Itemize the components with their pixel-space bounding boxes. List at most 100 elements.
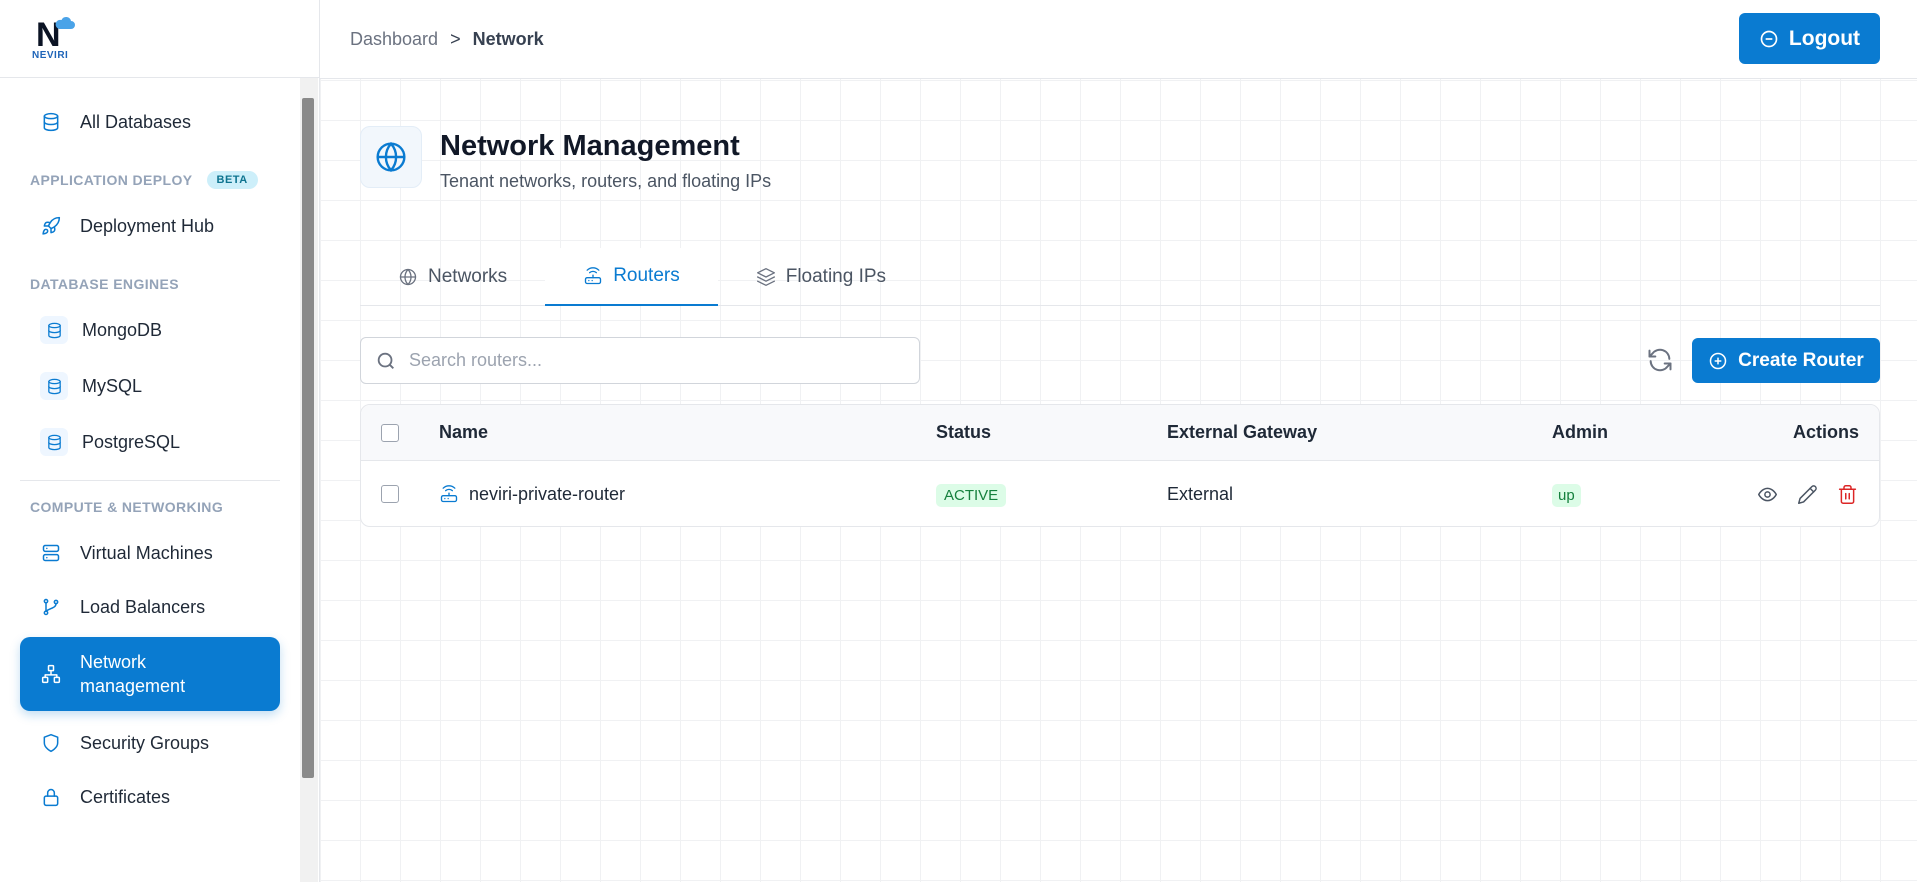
sidebar-item-security-groups[interactable]: Security Groups bbox=[20, 719, 280, 767]
database-icon bbox=[40, 111, 62, 133]
sidebar: N NEVIRI All Databases APPLICATION DEPLO… bbox=[0, 0, 320, 882]
create-router-label: Create Router bbox=[1738, 349, 1864, 371]
sidebar-item-mysql[interactable]: MySQL bbox=[20, 362, 280, 410]
search-box bbox=[360, 337, 920, 384]
globe-icon bbox=[399, 268, 417, 286]
sidebar-item-label: MySQL bbox=[82, 375, 143, 396]
sidebar-item-label: Certificates bbox=[80, 786, 171, 807]
sidebar-item-load-balancers[interactable]: Load Balancers bbox=[20, 583, 280, 631]
sidebar-divider bbox=[20, 480, 280, 481]
router-name-cell: neviri-private-router bbox=[439, 484, 625, 505]
delete-button[interactable] bbox=[1835, 482, 1859, 506]
refresh-icon bbox=[1648, 348, 1672, 372]
section-label-database-engines: DATABASE ENGINES bbox=[20, 272, 280, 296]
cloud-icon bbox=[55, 16, 75, 29]
column-header-external-gateway[interactable]: External Gateway bbox=[1167, 422, 1317, 443]
breadcrumb-current: Network bbox=[472, 28, 544, 49]
brand-logo[interactable]: N NEVIRI bbox=[32, 16, 78, 62]
tab-networks[interactable]: Networks bbox=[360, 248, 545, 306]
section-label-application-deploy: APPLICATION DEPLOY BETA bbox=[20, 168, 280, 192]
minus-circle-icon bbox=[1760, 30, 1778, 47]
sidebar-item-network-management[interactable]: Network management bbox=[20, 637, 280, 711]
view-button[interactable] bbox=[1755, 482, 1779, 506]
sidebar-item-virtual-machines[interactable]: Virtual Machines bbox=[20, 529, 280, 577]
logout-button[interactable]: Logout bbox=[1739, 13, 1880, 64]
shield-icon bbox=[40, 732, 62, 754]
trash-icon bbox=[1838, 484, 1856, 504]
sidebar-scrollbar-thumb[interactable] bbox=[302, 98, 314, 778]
tab-floating-ips[interactable]: Floating IPs bbox=[718, 248, 924, 306]
breadcrumb: Dashboard > Network bbox=[350, 29, 544, 50]
page-icon-box bbox=[360, 126, 422, 188]
search-input[interactable] bbox=[409, 350, 889, 371]
sidebar-item-label: All Databases bbox=[80, 111, 192, 132]
sidebar-item-certificates[interactable]: Certificates bbox=[20, 773, 280, 821]
layers-icon bbox=[756, 268, 775, 286]
database-icon bbox=[40, 428, 68, 456]
sidebar-item-postgresql[interactable]: PostgreSQL bbox=[20, 418, 280, 466]
sidebar-item-deployment-hub[interactable]: Deployment Hub bbox=[20, 202, 280, 250]
logout-label: Logout bbox=[1788, 26, 1861, 50]
table-header: Name Status External Gateway Admin Actio… bbox=[361, 405, 1879, 461]
sidebar-item-label: Security Groups bbox=[80, 732, 210, 753]
section-label-text: APPLICATION DEPLOY bbox=[30, 172, 193, 188]
section-label-text: DATABASE ENGINES bbox=[30, 276, 180, 292]
lock-icon bbox=[40, 786, 62, 808]
tab-routers[interactable]: Routers bbox=[545, 248, 718, 306]
section-label-compute-networking: COMPUTE & NETWORKING bbox=[20, 495, 280, 519]
sidebar-item-label: Deployment Hub bbox=[80, 215, 215, 236]
select-all-checkbox[interactable] bbox=[381, 423, 399, 442]
edit-button[interactable] bbox=[1795, 482, 1819, 506]
status-badge: ACTIVE bbox=[936, 483, 1007, 507]
admin-cell: up bbox=[1552, 483, 1581, 507]
tab-bar: Networks Routers Floating IPs bbox=[360, 248, 1880, 306]
status-cell: ACTIVE bbox=[936, 483, 1007, 507]
refresh-button[interactable] bbox=[1646, 346, 1674, 374]
beta-badge: BETA bbox=[206, 171, 258, 189]
sidebar-nav: All Databases APPLICATION DEPLOY BETA De… bbox=[0, 78, 300, 882]
plus-circle-icon bbox=[1709, 352, 1727, 369]
router-icon bbox=[585, 267, 602, 285]
breadcrumb-dashboard[interactable]: Dashboard bbox=[350, 29, 438, 50]
logo-area: N NEVIRI bbox=[0, 0, 319, 78]
page-title: Network Management bbox=[440, 130, 740, 162]
sidebar-item-label: MongoDB bbox=[82, 319, 163, 340]
section-label-text: COMPUTE & NETWORKING bbox=[30, 499, 224, 515]
router-icon bbox=[440, 485, 458, 503]
row-actions bbox=[1755, 482, 1859, 506]
main-content: Dashboard > Network Logout Network Manag… bbox=[320, 0, 1917, 882]
column-header-actions: Actions bbox=[1792, 422, 1859, 442]
sidebar-item-mongodb[interactable]: MongoDB bbox=[20, 306, 280, 354]
globe-icon bbox=[376, 141, 406, 173]
sidebar-item-label: Network management bbox=[80, 652, 186, 696]
sidebar-item-label: PostgreSQL bbox=[82, 431, 181, 452]
column-header-status[interactable]: Status bbox=[936, 422, 991, 443]
eye-icon bbox=[1757, 487, 1777, 501]
brand-name: NEVIRI bbox=[32, 49, 69, 61]
column-header-admin[interactable]: Admin bbox=[1552, 422, 1608, 443]
sidebar-item-all-databases[interactable]: All Databases bbox=[20, 98, 280, 146]
breadcrumb-separator: > bbox=[450, 28, 461, 49]
sidebar-item-label: Load Balancers bbox=[80, 596, 206, 617]
network-icon bbox=[40, 663, 62, 685]
database-icon bbox=[40, 316, 68, 344]
create-router-button[interactable]: Create Router bbox=[1692, 338, 1880, 383]
pencil-icon bbox=[1797, 484, 1817, 504]
tab-label: Floating IPs bbox=[785, 266, 887, 287]
admin-state-badge: up bbox=[1552, 483, 1581, 507]
rocket-icon bbox=[40, 215, 62, 237]
search-icon bbox=[377, 352, 394, 369]
tab-label: Networks bbox=[428, 266, 508, 287]
row-checkbox[interactable] bbox=[381, 485, 399, 503]
top-bar: Dashboard > Network Logout bbox=[320, 0, 1917, 79]
sidebar-item-label: Virtual Machines bbox=[80, 542, 213, 563]
server-icon bbox=[40, 542, 62, 564]
external-gateway-cell: External bbox=[1167, 483, 1234, 504]
table-row[interactable]: neviri-private-router ACTIVE External up bbox=[361, 461, 1879, 526]
git-branch-icon bbox=[40, 596, 62, 618]
router-name[interactable]: neviri-private-router bbox=[469, 484, 625, 505]
tab-label: Routers bbox=[613, 265, 680, 286]
column-header-name[interactable]: Name bbox=[439, 422, 488, 443]
page-subtitle: Tenant networks, routers, and floating I… bbox=[440, 171, 772, 191]
routers-table: Name Status External Gateway Admin Actio… bbox=[360, 404, 1880, 527]
